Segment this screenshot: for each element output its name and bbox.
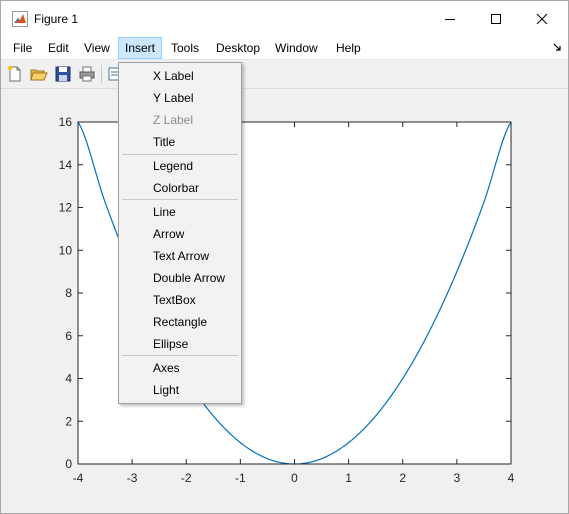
- menu-insert[interactable]: Insert: [118, 37, 163, 59]
- y-tick-label: 8: [65, 286, 72, 300]
- figure-window: Figure 1 File Edit View Insert Tools Des…: [0, 0, 569, 514]
- menu-bar: File Edit View Insert Tools Desktop Wind…: [1, 37, 568, 59]
- y-tick-label: 10: [59, 243, 73, 257]
- open-file-icon[interactable]: [29, 64, 49, 84]
- window-title: Figure 1: [34, 12, 79, 26]
- menu-tools[interactable]: Tools: [165, 37, 205, 59]
- menu-separator: [122, 199, 238, 200]
- y-tick-label: 6: [65, 329, 72, 343]
- x-tick-label: 2: [399, 471, 406, 485]
- insert-arrow[interactable]: Arrow: [121, 223, 239, 245]
- y-tick-label: 16: [59, 115, 73, 129]
- menu-edit[interactable]: Edit: [42, 37, 75, 59]
- minimize-icon: [445, 19, 455, 20]
- maximize-icon: [491, 14, 501, 24]
- y-tick-label: 12: [59, 201, 73, 215]
- minimize-button[interactable]: [427, 1, 473, 37]
- menu-window[interactable]: Window: [269, 37, 324, 59]
- figure-canvas[interactable]: -4 -3 -2 -1 0 1 2 3 4 0 2 4 6 8 10 12 14 16: [1, 89, 568, 513]
- x-tick-label: 4: [508, 471, 515, 485]
- insert-y-label[interactable]: Y Label: [121, 87, 239, 109]
- close-button[interactable]: [519, 1, 565, 37]
- insert-axes[interactable]: Axes: [121, 357, 239, 379]
- y-tick-label: 2: [65, 414, 72, 428]
- insert-ellipse[interactable]: Ellipse: [121, 333, 239, 355]
- y-tick-label: 14: [59, 158, 73, 172]
- insert-title[interactable]: Title: [121, 131, 239, 153]
- insert-legend[interactable]: Legend: [121, 155, 239, 177]
- x-tick-label: -3: [127, 471, 138, 485]
- insert-x-label[interactable]: X Label: [121, 65, 239, 87]
- insert-z-label: Z Label: [153, 113, 194, 127]
- matlab-icon: [12, 11, 28, 27]
- menu-file[interactable]: File: [7, 37, 38, 59]
- x-tick-label: -4: [73, 471, 84, 485]
- plot-svg[interactable]: -4 -3 -2 -1 0 1 2 3 40246810121416: [1, 89, 568, 513]
- dock-arrow-icon[interactable]: [553, 43, 562, 52]
- y-tick-label: 0: [65, 457, 72, 471]
- x-tick-label: -1: [235, 471, 246, 485]
- menu-desktop[interactable]: Desktop: [210, 37, 266, 59]
- insert-double-arrow[interactable]: Double Arrow: [121, 267, 239, 289]
- close-icon: [536, 13, 548, 25]
- menu-separator: [122, 355, 238, 356]
- insert-light[interactable]: Light: [121, 379, 239, 401]
- x-tick-label: 3: [454, 471, 461, 485]
- insert-rectangle[interactable]: Rectangle: [121, 311, 239, 333]
- toolbar: [1, 60, 568, 89]
- insert-colorbar[interactable]: Colorbar: [121, 177, 239, 199]
- menu-view[interactable]: View: [78, 37, 116, 59]
- insert-line[interactable]: Line: [121, 201, 239, 223]
- insert-text-arrow[interactable]: Text Arrow: [121, 245, 239, 267]
- print-icon[interactable]: [77, 64, 97, 84]
- maximize-button[interactable]: [473, 1, 519, 37]
- new-figure-icon[interactable]: [5, 64, 25, 84]
- save-icon[interactable]: [53, 64, 73, 84]
- x-tick-label: 1: [345, 471, 352, 485]
- x-tick-label: -2: [181, 471, 192, 485]
- title-bar[interactable]: Figure 1: [1, 1, 568, 37]
- x-tick-label: 0: [291, 471, 298, 485]
- menu-help[interactable]: Help: [330, 37, 367, 59]
- insert-textbox[interactable]: TextBox: [121, 289, 239, 311]
- insert-menu-dropdown: X Label Y Label Z Label Title Legend Col…: [118, 62, 242, 404]
- y-tick-label: 4: [65, 372, 72, 386]
- toolbar-separator: [101, 65, 102, 83]
